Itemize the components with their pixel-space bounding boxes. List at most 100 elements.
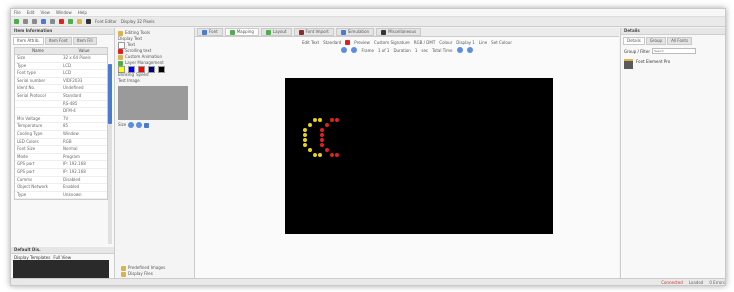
stop-icon[interactable]	[59, 19, 64, 24]
tab-mapping[interactable]: Mapping	[224, 28, 259, 36]
menu-window[interactable]: Window	[56, 10, 72, 15]
property-row[interactable]: Cooling Type Window	[15, 131, 107, 139]
menu-file[interactable]: File	[14, 10, 21, 15]
property-value[interactable]: RGB	[61, 139, 107, 146]
property-value[interactable]: 85	[61, 123, 107, 130]
property-row[interactable]: LED Colors RGB	[15, 139, 107, 147]
next-frame-icon[interactable]	[456, 47, 463, 53]
property-value[interactable]: Disabled	[61, 177, 107, 184]
opt-display[interactable]: Display 1	[456, 40, 475, 45]
total-time-label: Total Time	[432, 47, 453, 53]
tab-details[interactable]: Details	[623, 37, 645, 45]
property-scrollbar[interactable]	[108, 64, 112, 244]
property-row[interactable]: Object Network Enabled	[15, 184, 107, 192]
property-value[interactable]: 7V	[61, 116, 107, 123]
undo-icon[interactable]	[41, 19, 46, 24]
led-pixel	[303, 143, 307, 147]
tab-font[interactable]: Font	[197, 28, 223, 36]
opt-standard[interactable]: Standard	[323, 40, 341, 45]
property-value[interactable]: LCD	[61, 70, 107, 77]
column-header-value[interactable]: Value	[61, 48, 107, 54]
duration-value[interactable]: 1	[415, 48, 418, 53]
property-value[interactable]: Program	[61, 154, 107, 161]
menu-view[interactable]: View	[40, 10, 50, 15]
tab-all-fonts[interactable]: All Fonts	[667, 37, 693, 45]
property-row[interactable]: GPS port IP: 192.168	[15, 161, 107, 169]
property-row[interactable]: Size 32 x 64 Pixels	[15, 55, 107, 63]
prev-frame-icon[interactable]	[341, 47, 348, 53]
tab-item-attrib[interactable]: Item Attrib.	[13, 37, 44, 45]
grid-icon[interactable]	[144, 122, 150, 128]
animation-icon	[118, 54, 123, 60]
property-value[interactable]: LCD	[61, 63, 107, 70]
last-frame-icon[interactable]	[466, 47, 473, 53]
led-pixel	[318, 118, 322, 122]
property-value[interactable]: DFM-4	[61, 108, 107, 115]
first-frame-icon[interactable]	[351, 47, 358, 53]
property-row[interactable]: Comms Disabled	[15, 177, 107, 185]
property-row[interactable]: Font type LCD	[15, 70, 107, 78]
property-row[interactable]: Min Voltage 7V	[15, 116, 107, 124]
menu-edit[interactable]: Edit	[27, 10, 35, 15]
display-files-link[interactable]: Display Files	[118, 271, 165, 277]
property-value[interactable]: Undefined	[61, 85, 107, 92]
text-checkbox[interactable]	[118, 41, 125, 49]
open-icon[interactable]	[23, 19, 28, 24]
property-value[interactable]: Normal	[61, 146, 107, 153]
property-value[interactable]: IP: 192.168	[61, 169, 107, 176]
play-icon[interactable]	[68, 19, 73, 24]
opt-custom-signature[interactable]: Custom Signature	[374, 40, 410, 45]
file-item[interactable]: Font Element Pro	[621, 55, 725, 73]
tab-item-fill[interactable]: Item Fill	[72, 37, 97, 45]
size-decrease-icon[interactable]	[128, 122, 135, 128]
property-row[interactable]: Mode Program	[15, 154, 107, 162]
scrollbar-thumb[interactable]	[108, 64, 112, 124]
property-value[interactable]: Standard	[61, 93, 107, 100]
property-row[interactable]: Type LCD	[15, 63, 107, 71]
editor-tabs: Font Mapping Layout Font Import Simulati…	[195, 28, 619, 37]
property-name: LED Colors	[17, 138, 39, 144]
opt-rgb[interactable]: RGB / DMT	[414, 40, 436, 45]
search-input[interactable]	[651, 48, 696, 54]
opt-preview[interactable]: Preview	[354, 40, 370, 45]
tab-simulation[interactable]: Simulation	[335, 28, 375, 36]
tab-group[interactable]: Group	[645, 37, 667, 45]
property-row[interactable]: DFM-4	[15, 108, 107, 116]
column-header-name[interactable]: Name	[15, 48, 61, 54]
opt-edit-text[interactable]: Edit Text	[302, 40, 319, 45]
test-image-label: Test Image	[118, 78, 140, 83]
property-row[interactable]: GPS port IP: 192.168	[15, 169, 107, 177]
property-value[interactable]: Enabled	[61, 184, 107, 191]
opt-colour[interactable]: Colour	[439, 40, 452, 45]
swatch-navy[interactable]	[148, 65, 155, 73]
property-row[interactable]: Serial number VIDF2033	[15, 78, 107, 86]
new-icon[interactable]	[14, 19, 19, 24]
property-value[interactable]: Window	[61, 131, 107, 138]
folder-icon[interactable]	[77, 19, 82, 24]
print-icon[interactable]	[86, 19, 91, 24]
opt-set-colour[interactable]: Set Colour	[491, 40, 512, 45]
tab-font-import[interactable]: Font Import	[293, 28, 334, 36]
swatch-black[interactable]	[158, 65, 165, 73]
property-row[interactable]: Temperature 85	[15, 123, 107, 131]
size-increase-icon[interactable]	[136, 122, 143, 128]
redo-icon[interactable]	[50, 19, 55, 24]
property-row[interactable]: Type Unknown	[15, 192, 107, 200]
property-name: Type	[17, 62, 27, 68]
opt-line[interactable]: Line	[479, 40, 487, 45]
property-value[interactable]: Unknown	[61, 192, 107, 199]
led-display-canvas[interactable]	[285, 78, 553, 234]
tab-miscellaneous[interactable]: Miscellaneous	[376, 28, 422, 36]
property-value[interactable]: 32 x 64 Pixels	[61, 55, 107, 62]
save-icon[interactable]	[32, 19, 37, 24]
menu-help[interactable]: Help	[78, 10, 87, 15]
property-value[interactable]: IP: 192.168	[61, 161, 107, 168]
property-row[interactable]: Ident No. Undefined	[15, 85, 107, 93]
property-value[interactable]: RS-485	[61, 101, 107, 108]
tab-layout[interactable]: Layout	[260, 28, 292, 36]
property-row[interactable]: Serial Protocol Standard	[15, 93, 107, 101]
property-row[interactable]: Font Size Normal	[15, 146, 107, 154]
property-row[interactable]: RS-485	[15, 101, 107, 109]
property-value[interactable]: VIDF2033	[61, 78, 107, 85]
tab-item-font[interactable]: Item Font	[44, 37, 72, 45]
